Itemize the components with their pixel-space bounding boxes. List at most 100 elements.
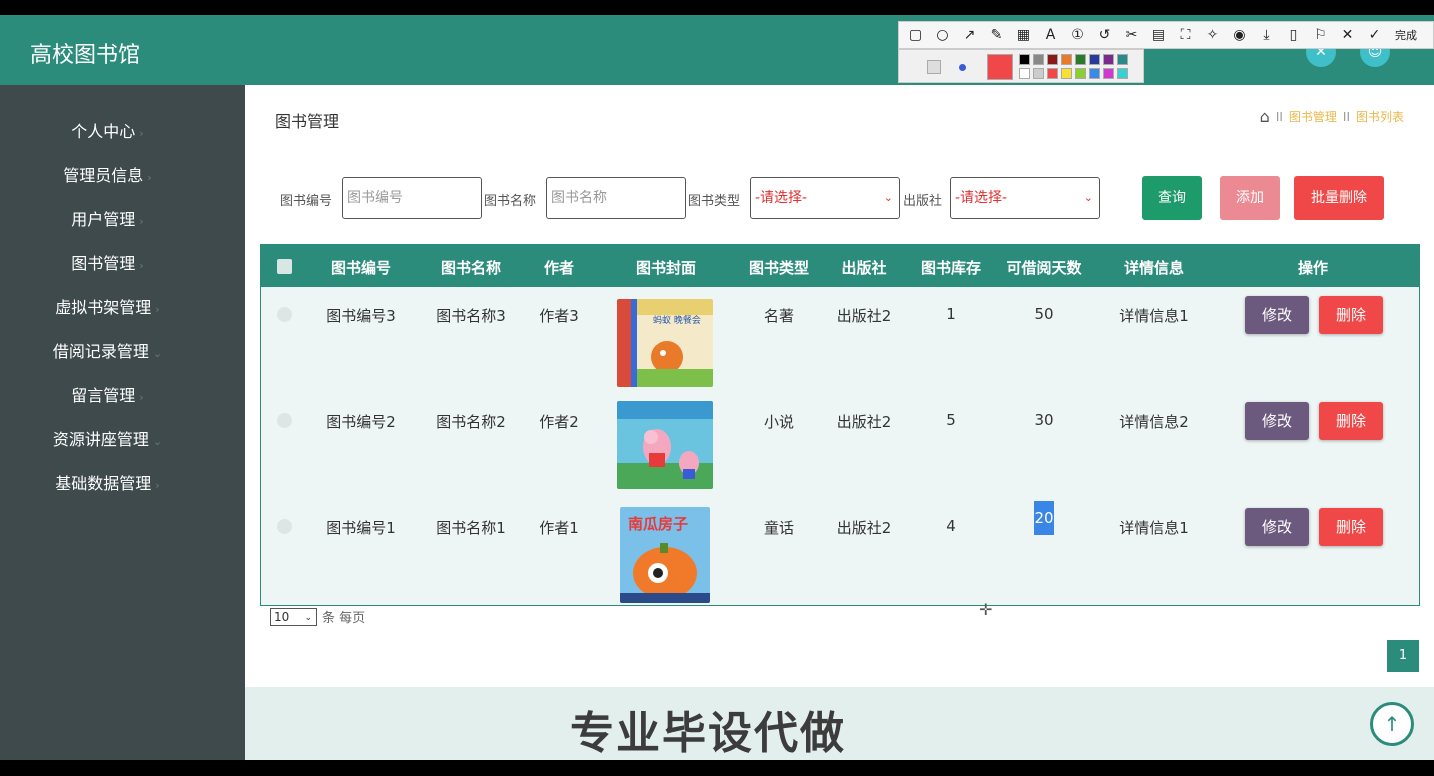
- publisher-label: 出版社: [903, 194, 943, 209]
- color-swatch[interactable]: [1019, 54, 1030, 65]
- chevron-down-icon: ⌄: [883, 191, 893, 204]
- color-swatch[interactable]: [1103, 68, 1114, 79]
- sidebar-item-virtual-shelf[interactable]: 虚拟书架管理 ›: [0, 294, 215, 318]
- done-button[interactable]: 完成: [1395, 27, 1417, 43]
- app-title: 高校图书馆: [30, 43, 141, 68]
- chevron-down-icon: ⌄: [1083, 191, 1093, 204]
- column-header: 可借阅天数: [1006, 259, 1082, 277]
- sidebar-item-borrow-records[interactable]: 借阅记录管理 ⌄: [0, 338, 215, 362]
- row-checkbox[interactable]: [277, 307, 292, 322]
- sidebar-item-personal-center[interactable]: 个人中心 ›: [0, 118, 215, 142]
- close-icon[interactable]: ✕: [1337, 27, 1358, 43]
- color-swatch[interactable]: [1075, 68, 1086, 79]
- sidebar-item-books[interactable]: 图书管理 ›: [0, 250, 215, 274]
- color-swatch[interactable]: [1075, 54, 1086, 65]
- book-no-label: 图书编号: [280, 194, 333, 209]
- scan-icon[interactable]: ⛶: [1175, 27, 1196, 43]
- publisher-select[interactable]: -请选择- ⌄: [950, 177, 1100, 219]
- chevron-right-icon: ›: [139, 391, 144, 404]
- edit-button[interactable]: 修改: [1245, 508, 1309, 546]
- home-icon[interactable]: ⌂: [1260, 107, 1270, 126]
- current-color-swatch[interactable]: [987, 54, 1013, 80]
- edit-button[interactable]: 修改: [1245, 402, 1309, 440]
- search-button[interactable]: 查询: [1142, 176, 1202, 220]
- book-cover-image: 南瓜房子: [620, 507, 710, 603]
- color-swatch[interactable]: [1033, 54, 1044, 65]
- phone-icon[interactable]: ▯: [1283, 27, 1304, 43]
- chevron-right-icon: ›: [155, 479, 160, 492]
- column-header: 图书库存: [920, 259, 981, 277]
- number-tool-icon[interactable]: ①: [1067, 27, 1088, 43]
- cover-title: 南瓜房子: [628, 515, 688, 533]
- column-header: 操作: [1297, 259, 1328, 277]
- edit-button[interactable]: 修改: [1245, 296, 1309, 334]
- chevron-down-icon: ⌄: [304, 612, 312, 623]
- color-swatch[interactable]: [1061, 54, 1072, 65]
- delete-button[interactable]: 删除: [1319, 296, 1383, 334]
- download-icon[interactable]: ⤓: [1256, 27, 1277, 43]
- bookmark-icon[interactable]: ⚐: [1310, 27, 1331, 43]
- text-tool-icon[interactable]: A: [1040, 27, 1061, 43]
- book-cover-image: [617, 401, 713, 489]
- pin-icon[interactable]: ✧: [1202, 27, 1223, 43]
- sidebar-item-base-data[interactable]: 基础数据管理 ›: [0, 470, 215, 494]
- scroll-to-top-button[interactable]: ↑: [1370, 702, 1414, 746]
- sidebar-item-admin-info[interactable]: 管理员信息 ›: [0, 162, 215, 186]
- breadcrumb-item[interactable]: 图书管理: [1289, 108, 1337, 125]
- book-type-select[interactable]: -请选择- ⌄: [750, 177, 900, 219]
- ocr-icon[interactable]: ▤: [1148, 27, 1169, 43]
- column-header: 图书类型: [748, 259, 809, 277]
- sidebar-item-users[interactable]: 用户管理 ›: [0, 206, 215, 230]
- color-swatch[interactable]: [1047, 54, 1058, 65]
- column-header: 图书编号: [330, 259, 391, 277]
- row-checkbox[interactable]: [277, 519, 292, 534]
- footer: 专业毕设代做 ↑: [245, 687, 1434, 760]
- color-palette: [898, 49, 1144, 83]
- sidebar-item-messages[interactable]: 留言管理 ›: [0, 382, 215, 406]
- book-type-label: 图书类型: [688, 194, 741, 209]
- sidebar: 个人中心 › 管理员信息 › 用户管理 › 图书管理 › 虚拟书架管理 › 借阅记录管理 ⌄…: [0, 85, 245, 760]
- rectangle-tool-icon[interactable]: ▢: [905, 27, 926, 43]
- table-row: 图书编号3 图书名称3 作者3 蚂蚁 晚餐会 名著 出版社2 1 50 详情信息…: [261, 289, 1419, 395]
- chevron-right-icon: ›: [155, 303, 160, 316]
- row-checkbox[interactable]: [277, 413, 292, 428]
- table-header: 图书编号 图书名称 作者 图书封面 图书类型 出版社 图书库存 可借阅天数 详情…: [261, 245, 1419, 287]
- check-icon[interactable]: ✓: [1364, 27, 1385, 43]
- color-swatch[interactable]: [1019, 68, 1030, 79]
- book-name-input[interactable]: 图书名称: [546, 177, 686, 219]
- add-button[interactable]: 添加: [1220, 176, 1280, 220]
- color-swatch[interactable]: [1103, 54, 1114, 65]
- book-no-input[interactable]: 图书编号: [342, 177, 482, 219]
- delete-button[interactable]: 删除: [1319, 508, 1383, 546]
- batch-delete-button[interactable]: 批量删除: [1294, 176, 1384, 220]
- size-dot-option[interactable]: [959, 64, 966, 71]
- ellipse-tool-icon[interactable]: ○: [932, 27, 953, 43]
- color-swatch[interactable]: [1061, 68, 1072, 79]
- page-button[interactable]: 1: [1387, 640, 1419, 672]
- table-row: 图书编号1 图书名称1 作者1 南瓜房子 童话 出版社2 4 20 详情信息1 …: [261, 501, 1419, 607]
- color-swatch[interactable]: [1033, 68, 1044, 79]
- color-swatch[interactable]: [1047, 68, 1058, 79]
- book-table: 图书编号 图书名称 作者 图书封面 图书类型 出版社 图书库存 可借阅天数 详情…: [260, 244, 1420, 606]
- sidebar-item-lectures[interactable]: 资源讲座管理 ⌄: [0, 426, 215, 450]
- color-swatch[interactable]: [1117, 54, 1128, 65]
- color-swatch[interactable]: [1117, 68, 1128, 79]
- pen-tool-icon[interactable]: ✎: [986, 27, 1007, 43]
- breadcrumb-item[interactable]: 图书列表: [1356, 108, 1404, 125]
- crop-icon[interactable]: ✂: [1121, 27, 1142, 43]
- column-header: 图书封面: [635, 259, 696, 277]
- color-swatch[interactable]: [1089, 68, 1100, 79]
- selected-text-highlight: 20: [1034, 501, 1054, 535]
- page-size-select[interactable]: 10 ⌄: [270, 607, 317, 626]
- color-swatch[interactable]: [1089, 54, 1100, 65]
- mosaic-tool-icon[interactable]: ▦: [1013, 27, 1034, 43]
- page-title: 图书管理: [275, 112, 340, 131]
- size-small-option[interactable]: [927, 60, 941, 74]
- arrow-tool-icon[interactable]: ↗: [959, 27, 980, 43]
- record-icon[interactable]: ◉: [1229, 27, 1250, 43]
- column-header: 作者: [543, 259, 574, 277]
- select-all-checkbox[interactable]: [277, 259, 292, 274]
- book-cover-image: 蚂蚁 晚餐会: [617, 299, 713, 387]
- delete-button[interactable]: 删除: [1319, 402, 1383, 440]
- undo-icon[interactable]: ↺: [1094, 27, 1115, 43]
